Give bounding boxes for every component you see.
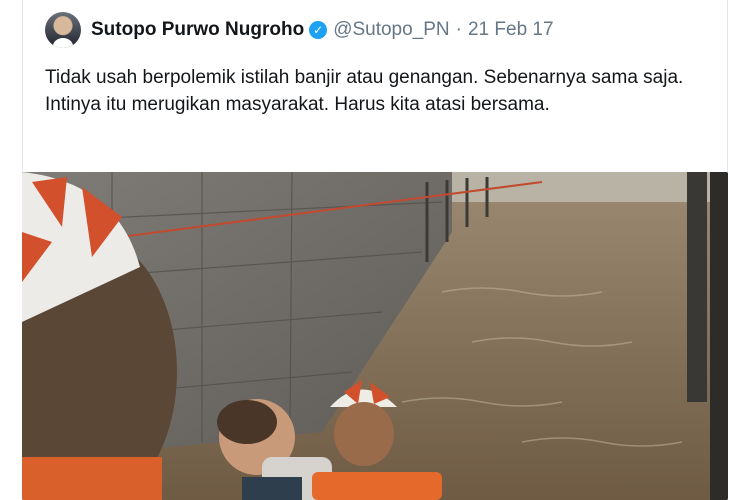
author-avatar[interactable] [45, 12, 81, 48]
verified-badge-icon: ✓ [309, 21, 328, 39]
tweet-header: Sutopo Purwo Nugroho ✓ @Sutopo_PN · 21 F… [45, 10, 554, 50]
tweet-text: Tidak usah berpolemik istilah banjir ata… [45, 67, 684, 115]
author-display-name[interactable]: Sutopo Purwo Nugroho [91, 19, 304, 41]
tweet-photo[interactable] [22, 172, 728, 500]
author-handle[interactable]: @Sutopo_PN [333, 19, 449, 41]
meta-separator: · [455, 19, 462, 40]
flood-rescue-photo [22, 172, 728, 500]
tweet-date[interactable]: 21 Feb 17 [468, 19, 554, 41]
